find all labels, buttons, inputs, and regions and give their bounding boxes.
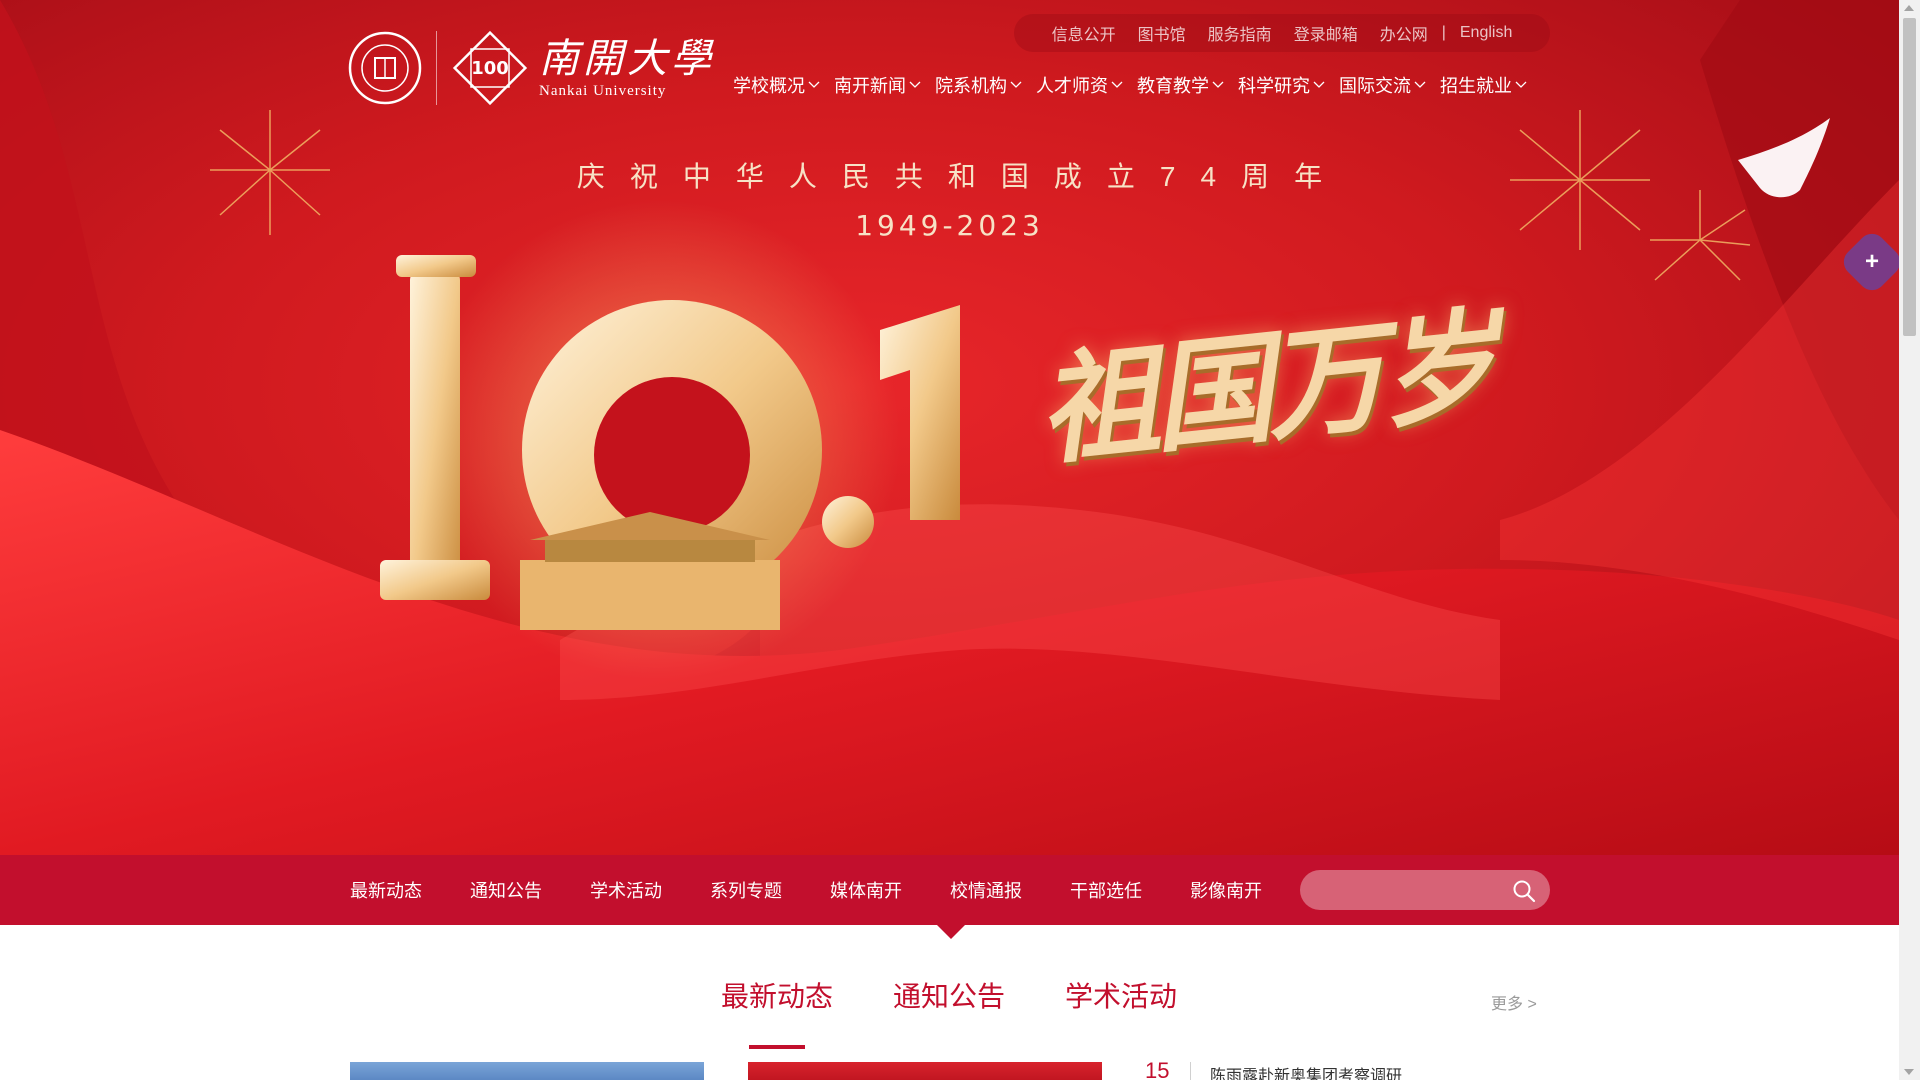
chevron-down-icon (909, 81, 921, 88)
brand-name-cn: 南開大學 (539, 35, 715, 82)
nav-label: 教育教学 (1137, 76, 1209, 96)
section-tab-media[interactable]: 媒体南开 (830, 877, 902, 903)
link-english[interactable]: English (1449, 24, 1523, 42)
logo[interactable]: 100 南開大學 Nankai University (348, 28, 715, 108)
search-input[interactable] (1318, 870, 1498, 910)
active-section-pointer (937, 925, 965, 939)
chevron-down-icon (1010, 81, 1022, 88)
chevron-down-icon (1414, 81, 1426, 88)
scroll-down-arrow-icon[interactable] (1904, 1069, 1914, 1075)
news-divider (1190, 1062, 1191, 1080)
section-tab-latest[interactable]: 最新动态 (350, 877, 422, 903)
tab-latest-news[interactable]: 最新动态 (721, 975, 833, 1015)
more-link[interactable]: 更多 > (1491, 990, 1537, 1014)
tab-academic-activities[interactable]: 学术活动 (1065, 975, 1177, 1015)
topbar-separator: | (1441, 24, 1446, 41)
chevron-down-icon (1515, 81, 1527, 88)
section-nav-items: 最新动态 通知公告 学术活动 系列专题 媒体南开 校情通报 干部选任 影像南开 (350, 855, 1310, 925)
section-tab-notices[interactable]: 通知公告 (470, 877, 542, 903)
nav-item-faculty[interactable]: 人才师资 (1036, 72, 1123, 98)
nav-item-news[interactable]: 南开新闻 (834, 72, 921, 98)
logo-divider (436, 31, 437, 105)
hero-years: 1949-2023 (855, 209, 1044, 242)
news-tabs: 最新动态 通知公告 学术活动 (0, 975, 1899, 1035)
nav-item-about[interactable]: 学校概况 (733, 72, 820, 98)
section-tab-cadre[interactable]: 干部选任 (1070, 877, 1142, 903)
search-box (1300, 870, 1550, 910)
hero-artwork (0, 0, 1899, 855)
centenary-emblem-icon: 100 (452, 30, 528, 106)
brand-name-en: Nankai University (539, 82, 667, 99)
chevron-down-icon (808, 81, 820, 88)
nav-label: 招生就业 (1440, 76, 1512, 96)
search-icon[interactable] (1512, 879, 1536, 903)
scroll-up-arrow-icon[interactable] (1904, 5, 1914, 11)
nav-item-research[interactable]: 科学研究 (1238, 72, 1325, 98)
link-office-web[interactable]: 办公网 (1369, 21, 1439, 45)
brand-wordmark: 南開大學 Nankai University (539, 37, 715, 100)
chevron-down-icon (1212, 81, 1224, 88)
news-thumbnail[interactable] (748, 1062, 1102, 1080)
scrollbar-thumb[interactable] (1903, 18, 1916, 336)
section-tab-gallery[interactable]: 影像南开 (1190, 877, 1262, 903)
link-library[interactable]: 图书馆 (1127, 21, 1197, 45)
nav-item-international[interactable]: 国际交流 (1339, 72, 1426, 98)
nav-label: 院系机构 (935, 76, 1007, 96)
nav-label: 国际交流 (1339, 76, 1411, 96)
section-nav-bar: 最新动态 通知公告 学术活动 系列专题 媒体南开 校情通报 干部选任 影像南开 (0, 855, 1899, 925)
news-title-link[interactable]: 陈雨露赴新奥集团考察调研 (1210, 1062, 1402, 1080)
nav-label: 人才师资 (1036, 76, 1108, 96)
main-navigation: 学校概况 南开新闻 院系机构 人才师资 教育教学 科学研究 国际交流 招生就业 (733, 72, 1541, 98)
nav-label: 科学研究 (1238, 76, 1310, 96)
utility-links: 信息公开 图书馆 服务指南 登录邮箱 办公网 | English (1014, 14, 1550, 52)
svg-text:100: 100 (471, 58, 509, 79)
nav-item-schools[interactable]: 院系机构 (935, 72, 1022, 98)
nav-label: 南开新闻 (834, 76, 906, 96)
hero-banner: 100 南開大學 Nankai University 信息公开 图书馆 服务指南… (0, 0, 1899, 855)
link-login-email[interactable]: 登录邮箱 (1283, 21, 1369, 45)
section-tab-bulletin[interactable]: 校情通报 (950, 877, 1022, 903)
page-scrollbar[interactable] (1899, 0, 1920, 1080)
section-tab-series[interactable]: 系列专题 (710, 877, 782, 903)
section-tab-academic[interactable]: 学术活动 (590, 877, 662, 903)
hero-title: 庆祝中华人民共和国成立74周年 (576, 161, 1348, 192)
nav-label: 学校概况 (733, 76, 805, 96)
active-tab-underline (749, 1045, 805, 1049)
nav-item-education[interactable]: 教育教学 (1137, 72, 1224, 98)
link-service-guide[interactable]: 服务指南 (1197, 21, 1283, 45)
chevron-down-icon (1111, 81, 1123, 88)
tab-notices[interactable]: 通知公告 (893, 975, 1005, 1015)
link-info-public[interactable]: 信息公开 (1041, 21, 1127, 45)
chevron-down-icon (1313, 81, 1325, 88)
news-date-day: 15 (1145, 1058, 1170, 1080)
university-seal-icon (348, 31, 422, 105)
news-thumbnail[interactable] (350, 1062, 704, 1080)
hero-headline: 庆祝中华人民共和国成立74周年 1949-2023 (0, 155, 1899, 242)
nav-item-admissions[interactable]: 招生就业 (1440, 72, 1527, 98)
plus-icon: + (1864, 247, 1880, 275)
